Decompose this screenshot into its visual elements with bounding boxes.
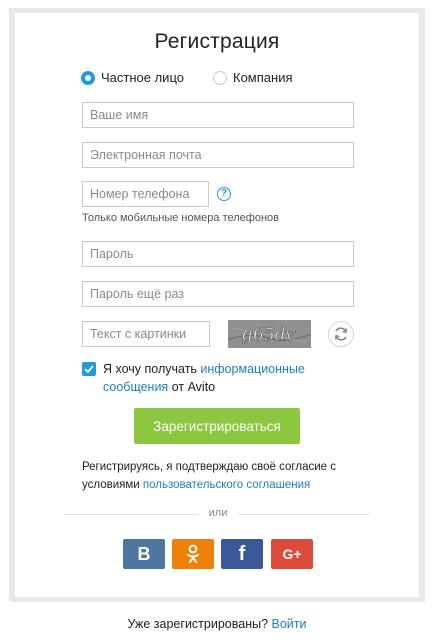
radio-unchecked-icon xyxy=(213,70,227,85)
refresh-captcha-button[interactable] xyxy=(328,321,354,347)
consent-checkbox[interactable] xyxy=(82,362,96,376)
odnoklassniki-icon xyxy=(187,544,199,563)
captcha-text: g65dv xyxy=(240,325,296,345)
refresh-icon xyxy=(334,327,348,341)
password-repeat-input[interactable] xyxy=(82,281,354,307)
agreement-text: Регистрируясь, я подтверждаю своё соглас… xyxy=(82,458,362,494)
phone-hint: Только мобильные номера телефонов xyxy=(82,212,279,224)
radio-private-person[interactable]: Частное лицо xyxy=(81,70,184,85)
radio-label-company: Компания xyxy=(233,70,293,85)
vk-icon: B xyxy=(137,543,151,564)
captcha-input[interactable] xyxy=(82,321,210,347)
consent-suffix: от Avito xyxy=(168,380,216,394)
already-registered-text: Уже зарегистрированы? xyxy=(127,617,272,631)
question-icon[interactable]: ? xyxy=(217,187,231,201)
consent-label: Я хочу получать информационные сообщения… xyxy=(103,360,333,396)
page-title: Регистрация xyxy=(154,30,280,53)
captcha-image: g65dv xyxy=(227,320,312,348)
radio-label-private-person: Частное лицо xyxy=(101,70,184,85)
facebook-login-button[interactable]: f xyxy=(221,539,263,569)
odnoklassniki-login-button[interactable] xyxy=(172,539,214,569)
or-label: или xyxy=(198,507,238,519)
password-input[interactable] xyxy=(82,241,354,267)
phone-input[interactable] xyxy=(82,181,209,207)
google-plus-login-button[interactable]: G+ xyxy=(271,539,313,569)
user-agreement-link[interactable]: пользовательского соглашения xyxy=(143,479,310,491)
facebook-icon: f xyxy=(238,542,246,565)
vk-login-button[interactable]: B xyxy=(123,539,165,569)
login-link[interactable]: Войти xyxy=(272,617,307,631)
radio-checked-icon xyxy=(81,70,95,85)
consent-prefix: Я хочу получать xyxy=(103,362,201,376)
radio-company[interactable]: Компания xyxy=(213,70,293,85)
google-plus-icon: G+ xyxy=(282,546,302,562)
name-input[interactable] xyxy=(82,102,354,128)
login-prompt: Уже зарегистрированы? Войти xyxy=(0,617,434,631)
register-button[interactable]: Зарегистрироваться xyxy=(134,408,300,444)
checkmark-icon xyxy=(84,365,94,374)
email-input[interactable] xyxy=(82,142,354,168)
